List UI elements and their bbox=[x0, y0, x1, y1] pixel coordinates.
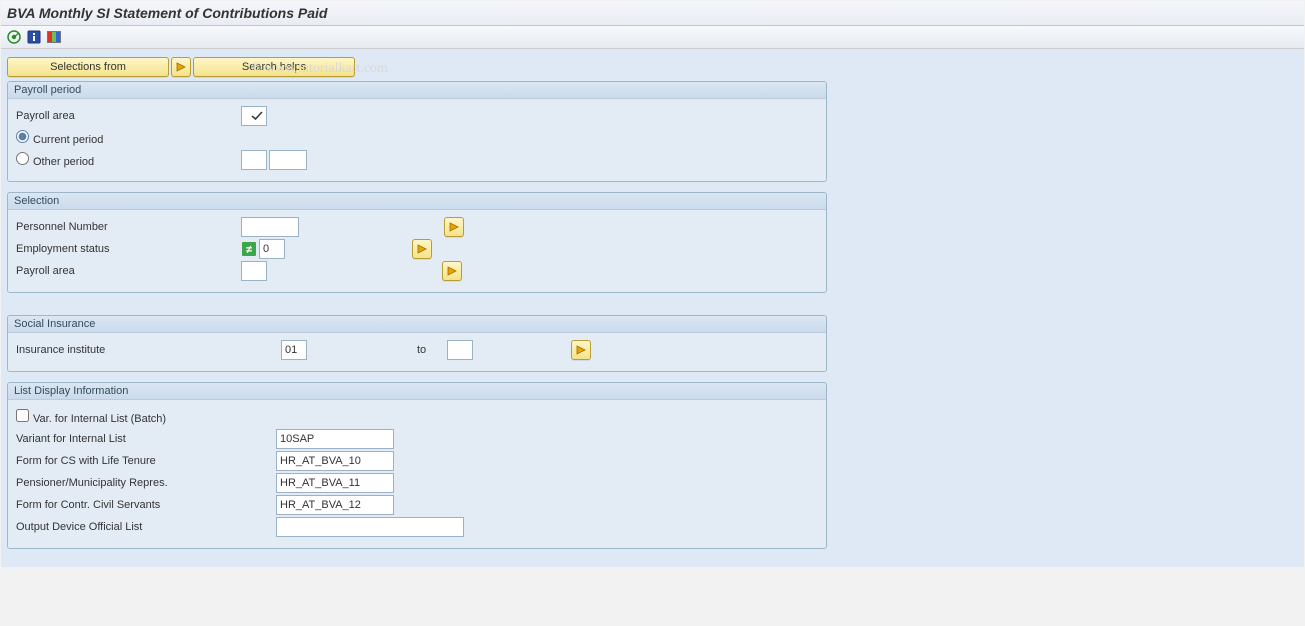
radio-current-period-row[interactable]: Current period bbox=[16, 130, 241, 146]
input-insurance-institute-to[interactable] bbox=[447, 340, 473, 360]
label-form-cs-life-tenure: Form for CS with Life Tenure bbox=[16, 455, 276, 467]
input-personnel-number[interactable] bbox=[241, 217, 299, 237]
input-other-period-2[interactable] bbox=[269, 150, 307, 170]
label-form-contr-civil: Form for Contr. Civil Servants bbox=[16, 499, 276, 511]
search-helps-button[interactable]: Search helps bbox=[193, 57, 355, 77]
input-other-period-1[interactable] bbox=[241, 150, 267, 170]
radio-current-period[interactable] bbox=[16, 130, 29, 143]
multi-select-button[interactable] bbox=[571, 340, 591, 360]
input-variant-internal-list[interactable] bbox=[276, 429, 394, 449]
selections-from-button[interactable]: Selections from bbox=[7, 57, 169, 77]
not-equal-indicator-icon[interactable]: ≠ bbox=[241, 241, 257, 257]
checkbox-var-internal-batch-row[interactable]: Var. for Internal List (Batch) bbox=[16, 409, 276, 425]
svg-text:≠: ≠ bbox=[246, 244, 252, 256]
execute-icon[interactable] bbox=[7, 30, 21, 44]
input-payroll-area-sel[interactable] bbox=[241, 261, 267, 281]
group-header: Social Insurance bbox=[8, 316, 826, 333]
group-social-insurance: Social Insurance Insurance institute to bbox=[7, 315, 827, 372]
label-personnel-number: Personnel Number bbox=[16, 221, 241, 233]
label-pensioner-munic: Pensioner/Municipality Repres. bbox=[16, 477, 276, 489]
input-insurance-institute-from[interactable] bbox=[281, 340, 307, 360]
label-payroll-area: Payroll area bbox=[16, 110, 241, 122]
group-payroll-period: Payroll period Payroll area Current peri… bbox=[7, 81, 827, 182]
input-output-device[interactable] bbox=[276, 517, 464, 537]
multi-select-button[interactable] bbox=[444, 217, 464, 237]
multi-select-button[interactable] bbox=[412, 239, 432, 259]
group-header: Selection bbox=[8, 193, 826, 210]
checkbox-var-internal-batch[interactable] bbox=[16, 409, 29, 422]
input-payroll-area[interactable] bbox=[241, 106, 267, 126]
label-var-internal-batch: Var. for Internal List (Batch) bbox=[33, 413, 166, 425]
radio-current-period-label: Current period bbox=[33, 134, 103, 146]
group-selection: Selection Personnel Number Employment st… bbox=[7, 192, 827, 293]
label-variant-internal-list: Variant for Internal List bbox=[16, 433, 276, 445]
label-payroll-area-sel: Payroll area bbox=[16, 265, 241, 277]
search-helps-icon-button[interactable] bbox=[171, 57, 191, 77]
input-pensioner-munic[interactable] bbox=[276, 473, 394, 493]
content-area: Selections from Search helps Payroll per… bbox=[1, 49, 1304, 567]
radio-other-period[interactable] bbox=[16, 152, 29, 165]
page-title: BVA Monthly SI Statement of Contribution… bbox=[1, 1, 1304, 26]
group-header: Payroll period bbox=[8, 82, 826, 99]
label-employment-status: Employment status bbox=[16, 243, 241, 255]
group-header: List Display Information bbox=[8, 383, 826, 400]
label-to: to bbox=[417, 344, 447, 356]
input-form-cs-life-tenure[interactable] bbox=[276, 451, 394, 471]
group-list-display: List Display Information Var. for Intern… bbox=[7, 382, 827, 549]
label-output-device: Output Device Official List bbox=[16, 521, 276, 533]
multi-select-button[interactable] bbox=[442, 261, 462, 281]
info-icon[interactable] bbox=[27, 30, 41, 44]
app-toolbar: © www.tutorialkart.com bbox=[1, 26, 1304, 49]
label-insurance-institute: Insurance institute bbox=[16, 344, 281, 356]
selection-toolbar: Selections from Search helps bbox=[7, 57, 1298, 77]
input-form-contr-civil[interactable] bbox=[276, 495, 394, 515]
radio-other-period-label: Other period bbox=[33, 156, 94, 168]
input-employment-status[interactable] bbox=[259, 239, 285, 259]
color-scheme-icon[interactable] bbox=[47, 30, 61, 44]
radio-other-period-row[interactable]: Other period bbox=[16, 152, 241, 168]
